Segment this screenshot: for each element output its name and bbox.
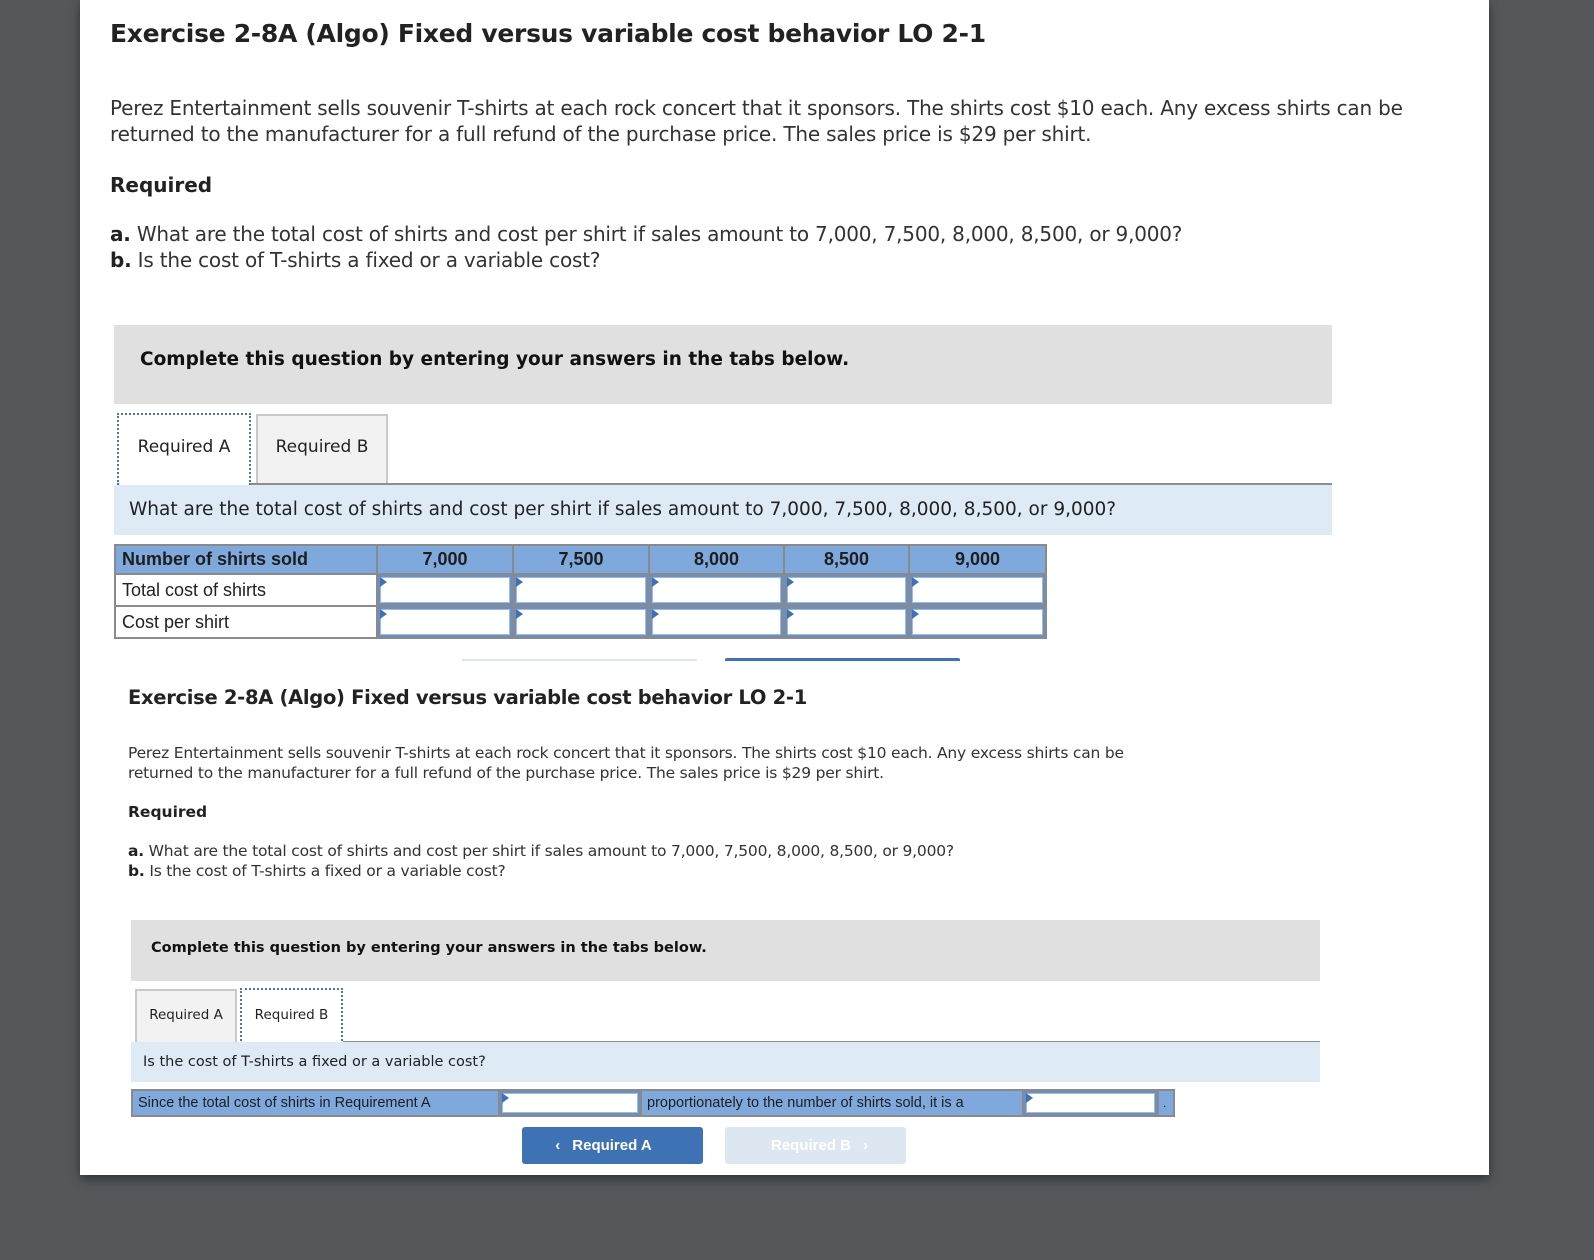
chevron-right-icon: › — [863, 1137, 868, 1154]
requirement-a: a. What are the total cost of shirts and… — [128, 842, 954, 860]
tab-required-a[interactable]: Required A — [117, 413, 251, 485]
previous-tab-button[interactable]: ‹ Required A — [522, 1127, 703, 1164]
total-cost-input-7000[interactable] — [380, 577, 510, 603]
required-heading-secondary: Required — [128, 803, 208, 821]
cost-per-shirt-input-7000[interactable] — [380, 609, 510, 635]
previous-tab-label: Required A — [572, 1137, 652, 1154]
required-heading: Required — [110, 173, 213, 197]
instructions-text: Complete this question by entering your … — [140, 349, 850, 370]
question-text: What are the total cost of shirts and co… — [129, 499, 1117, 520]
cost-per-shirt-input-8000[interactable] — [652, 609, 781, 635]
sentence-part-2: proportionately to the number of shirts … — [647, 1095, 964, 1111]
page-title-secondary: Exercise 2-8A (Algo) Fixed versus variab… — [128, 686, 807, 709]
tab-required-b[interactable]: Required B — [256, 414, 388, 485]
cost-per-shirt-input-9000[interactable] — [912, 609, 1043, 635]
total-cost-input-9000[interactable] — [912, 577, 1043, 603]
column-header: 8,000 — [648, 544, 785, 575]
cost-type-dropdown[interactable] — [1026, 1093, 1155, 1113]
question-bar-secondary: Is the cost of T-shirts a fixed or a var… — [131, 1042, 1320, 1082]
requirement-b: b. Is the cost of T-shirts a fixed or a … — [128, 862, 506, 880]
tab-required-b-secondary[interactable]: Required B — [240, 988, 343, 1044]
table-row: Cost per shirt — [114, 605, 1047, 639]
column-header: 7,500 — [512, 544, 650, 575]
column-header: 9,000 — [908, 544, 1047, 575]
cost-behavior-dropdown[interactable] — [502, 1093, 638, 1113]
tab-required-a-secondary[interactable]: Required A — [135, 989, 237, 1043]
instructions-box-secondary: Complete this question by entering your … — [131, 920, 1320, 981]
next-tab-button[interactable]: Required B › — [725, 1127, 906, 1164]
cost-per-shirt-input-8500[interactable] — [787, 609, 906, 635]
problem-description-secondary: Perez Entertainment sells souvenir T-shi… — [128, 744, 1124, 782]
next-tab-label: Required B — [770, 1137, 851, 1154]
instructions-box: Complete this question by entering your … — [114, 325, 1332, 404]
question-text: Is the cost of T-shirts a fixed or a var… — [143, 1054, 486, 1070]
prev-button-cutoff[interactable] — [462, 659, 697, 661]
column-header: 7,000 — [376, 544, 514, 575]
requirements-list: a. What are the total cost of shirts and… — [110, 221, 1182, 273]
requirement-a: a. What are the total cost of shirts and… — [110, 222, 1183, 246]
page-title: Exercise 2-8A (Algo) Fixed versus variab… — [110, 19, 986, 48]
cost-per-shirt-input-7500[interactable] — [516, 609, 646, 635]
row-header: Number of shirts sold — [114, 544, 378, 575]
cost-table: Number of shirts sold 7,000 7,500 8,000 … — [114, 544, 1047, 639]
answer-sentence: Since the total cost of shirts in Requir… — [131, 1089, 1175, 1117]
requirements-list-secondary: a. What are the total cost of shirts and… — [128, 841, 954, 881]
table-header-row: Number of shirts sold 7,000 7,500 8,000 … — [114, 544, 1047, 575]
requirement-b: b. Is the cost of T-shirts a fixed or a … — [110, 248, 601, 272]
sentence-end: . — [1163, 1096, 1167, 1110]
table-row: Total cost of shirts — [114, 573, 1047, 607]
chevron-left-icon: ‹ — [555, 1137, 561, 1154]
row-label: Total cost of shirts — [114, 573, 378, 607]
next-button-cutoff[interactable] — [725, 658, 960, 661]
problem-description: Perez Entertainment sells souvenir T-shi… — [110, 96, 1403, 146]
column-header: 8,500 — [783, 544, 910, 575]
question-bar: What are the total cost of shirts and co… — [114, 485, 1332, 535]
total-cost-input-7500[interactable] — [516, 577, 646, 603]
row-label: Cost per shirt — [114, 605, 378, 639]
sentence-part-1: Since the total cost of shirts in Requir… — [138, 1095, 431, 1111]
total-cost-input-8500[interactable] — [787, 577, 906, 603]
instructions-text: Complete this question by entering your … — [151, 940, 707, 956]
total-cost-input-8000[interactable] — [652, 577, 781, 603]
